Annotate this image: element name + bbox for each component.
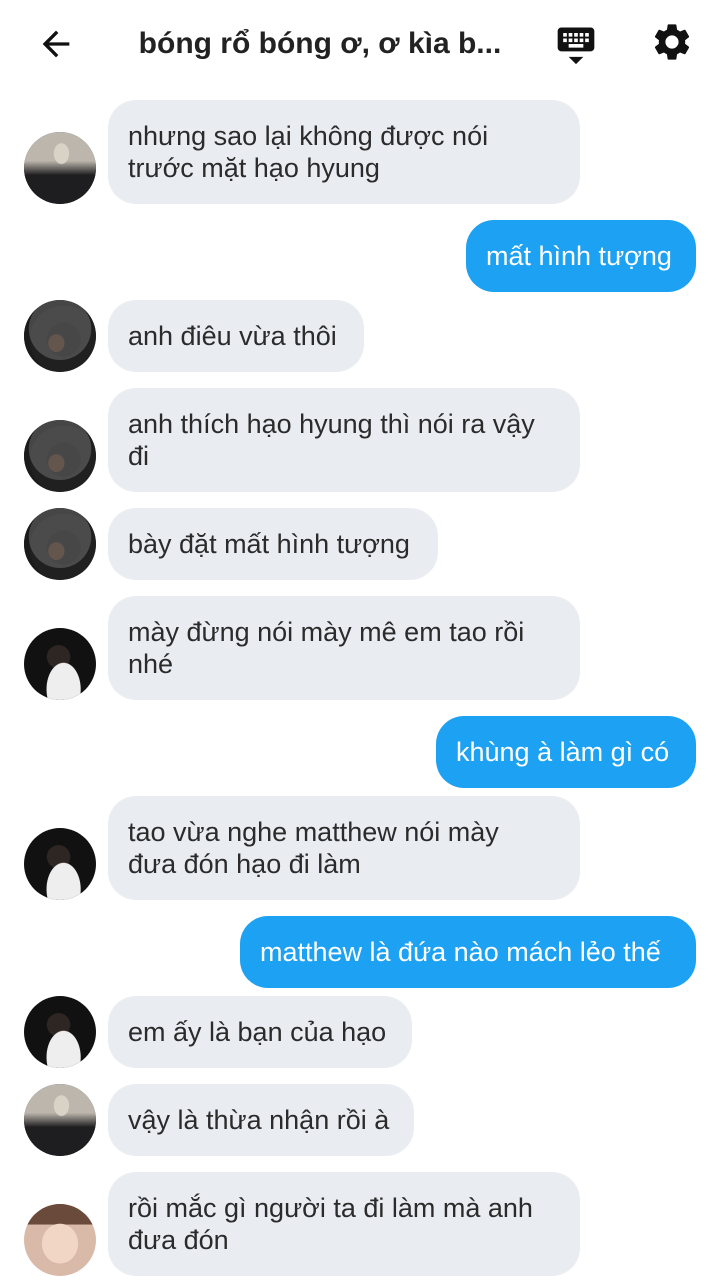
message-bubble-outgoing[interactable]: mất hình tượng (466, 220, 696, 292)
keyboard-icon (557, 27, 595, 65)
message-line: trước mặt hạo hyung (128, 153, 380, 183)
avatar[interactable] (24, 420, 96, 492)
message-bubble-incoming[interactable]: rồi mắc gì người ta đi làm mà anh đưa đó… (108, 1172, 580, 1276)
message-line: rồi mắc gì người ta đi làm mà anh (128, 1193, 533, 1223)
message-line: nhé (128, 649, 174, 679)
message-bubble-incoming[interactable]: em ấy là bạn của hạo (108, 996, 412, 1068)
message-bubble-outgoing[interactable]: matthew là đứa nào mách lẻo thế (240, 916, 696, 988)
message-line: nhưng sao lại không được nói (128, 121, 489, 151)
message-line: đi (128, 441, 150, 471)
message-line: matthew là đứa nào mách lẻo thế (260, 937, 661, 967)
avatar[interactable] (24, 300, 96, 372)
avatar[interactable] (24, 132, 96, 204)
avatar[interactable] (24, 828, 96, 900)
message-line: mất hình tượng (486, 241, 672, 271)
message-line: mày đừng nói mày mê em tao rồi (128, 617, 525, 647)
arrow-left-icon (42, 30, 70, 58)
message-bubble-incoming[interactable]: tao vừa nghe matthew nói mày đưa đón hạo… (108, 796, 580, 900)
message-line: anh điêu vừa thôi (128, 321, 337, 351)
avatar[interactable] (24, 1084, 96, 1156)
message-line: em ấy là bạn của hạo (128, 1017, 387, 1047)
message-bubble-incoming[interactable]: anh thích hạo hyung thì nói ra vậy đi (108, 388, 580, 492)
avatar[interactable] (24, 1204, 96, 1276)
message-bubble-incoming[interactable]: anh điêu vừa thôi (108, 300, 364, 372)
message-line: vậy là thừa nhận rồi à (128, 1105, 390, 1135)
message-line: đưa đón (128, 1225, 229, 1255)
chat-screen: bóng rổ bóng ơ, ơ kìa b... nhưng sao lại… (0, 0, 720, 1282)
message-line: anh thích hạo hyung thì nói ra vậy (128, 409, 535, 439)
avatar[interactable] (24, 628, 96, 700)
message-bubble-incoming[interactable]: nhưng sao lại không được nói trước mặt h… (108, 100, 580, 204)
message-line: bày đặt mất hình tượng (128, 529, 410, 559)
settings-button[interactable] (648, 18, 696, 66)
message-bubble-incoming[interactable]: vậy là thừa nhận rồi à (108, 1084, 414, 1156)
chat-header: bóng rổ bóng ơ, ơ kìa b... (0, 0, 720, 88)
message-line: khùng à làm gì có (456, 737, 670, 767)
avatar[interactable] (24, 508, 96, 580)
chat-title: bóng rổ bóng ơ, ơ kìa b... (138, 27, 502, 60)
message-line: tao vừa nghe matthew nói mày (128, 817, 499, 847)
message-bubble-incoming[interactable]: mày đừng nói mày mê em tao rồi nhé (108, 596, 580, 700)
avatar[interactable] (24, 996, 96, 1068)
keyboard-button[interactable] (552, 20, 600, 68)
back-button[interactable] (34, 22, 78, 66)
message-line: đưa đón hạo đi làm (128, 849, 361, 879)
gear-icon (654, 24, 690, 60)
message-bubble-incoming[interactable]: bày đặt mất hình tượng (108, 508, 438, 580)
message-bubble-outgoing[interactable]: khùng à làm gì có (436, 716, 696, 788)
